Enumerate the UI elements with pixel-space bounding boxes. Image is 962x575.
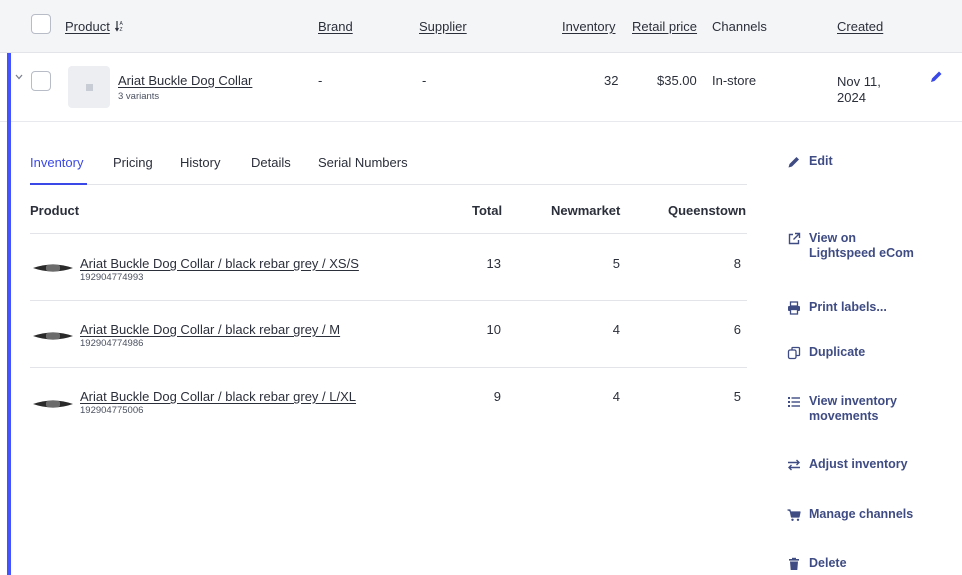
- edit-button[interactable]: Edit: [787, 154, 833, 169]
- product-retail-price: $35.00: [657, 73, 697, 88]
- variant-sku: 192904774986: [80, 338, 144, 349]
- edit-label: Edit: [809, 154, 833, 168]
- product-row-checkbox[interactable]: [31, 71, 51, 91]
- header-inventory[interactable]: Inventory: [562, 19, 615, 34]
- header-created[interactable]: Created: [837, 19, 883, 34]
- col-queenstown: Queenstown: [668, 203, 747, 218]
- header-brand[interactable]: Brand: [318, 19, 353, 34]
- product-inventory: 32: [604, 73, 619, 88]
- product-name-link[interactable]: Ariat Buckle Dog Collar: [118, 73, 252, 88]
- variant-queenstown: 6: [733, 322, 741, 337]
- divider: [30, 233, 747, 234]
- pencil-icon[interactable]: [928, 69, 946, 87]
- print-labels-label: Print labels...: [809, 300, 887, 314]
- adjust-inventory-label: Adjust inventory: [809, 457, 908, 471]
- collar-thumbnail: [33, 332, 73, 340]
- variant-queenstown: 5: [733, 389, 741, 404]
- collar-thumbnail: [33, 400, 73, 408]
- variant-newmarket: 5: [612, 256, 620, 271]
- delete-label: Delete: [809, 556, 847, 570]
- manage-channels-label: Manage channels: [809, 507, 914, 521]
- duplicate-label: Duplicate: [809, 345, 866, 359]
- collar-thumbnail: [33, 264, 73, 272]
- variant-name-link[interactable]: Ariat Buckle Dog Collar / black rebar gr…: [80, 389, 356, 404]
- divider: [30, 367, 747, 368]
- product-thumbnail: [68, 66, 110, 108]
- header-retail-price[interactable]: Retail price: [632, 19, 697, 34]
- header-product[interactable]: Product A Z: [65, 19, 125, 34]
- swap-arrows-icon: [788, 459, 800, 471]
- variant-newmarket: 4: [612, 322, 620, 337]
- col-newmarket: Newmarket: [551, 203, 621, 218]
- print-labels-button[interactable]: Print labels...: [787, 300, 887, 315]
- duplicate-button[interactable]: Duplicate: [787, 345, 865, 360]
- svg-text:Z: Z: [120, 27, 123, 32]
- variant-total: 10: [486, 322, 501, 337]
- tab-inventory[interactable]: Inventory: [30, 155, 83, 170]
- product-created: Nov 11, 2024: [837, 74, 881, 106]
- tab-pricing[interactable]: Pricing: [113, 155, 153, 170]
- sort-az-icon[interactable]: A Z: [115, 21, 125, 34]
- variant-queenstown: 8: [733, 256, 741, 271]
- variant-sku: 192904775006: [80, 405, 144, 416]
- col-total: Total: [472, 203, 503, 218]
- external-link-icon: [788, 232, 801, 245]
- adjust-inventory-button[interactable]: Adjust inventory: [787, 457, 908, 472]
- product-row[interactable]: Ariat Buckle Dog Collar 3 variants - - 3…: [0, 53, 962, 122]
- product-supplier: -: [422, 73, 427, 88]
- product-channels: In-store: [712, 73, 757, 88]
- tab-serial-numbers[interactable]: Serial Numbers: [318, 155, 408, 170]
- variant-newmarket: 4: [612, 389, 620, 404]
- tab-history[interactable]: History: [180, 155, 220, 170]
- product-variants-count: 3 variants: [118, 91, 160, 102]
- view-on-ecom-label: View on Lightspeed eCom: [809, 231, 914, 261]
- divider: [30, 300, 747, 301]
- header-supplier[interactable]: Supplier: [419, 19, 467, 34]
- view-on-line2: Lightspeed eCom: [809, 246, 914, 260]
- tab-active-indicator: [30, 183, 87, 185]
- view-on-line1: View on: [809, 231, 857, 245]
- delete-button[interactable]: Delete: [787, 556, 847, 571]
- pencil-icon: [788, 157, 799, 168]
- trash-icon: [789, 557, 799, 570]
- tab-details[interactable]: Details: [251, 155, 291, 170]
- view-inventory-movements-button[interactable]: View inventory movements: [787, 394, 897, 424]
- view-inventory-movements-label: View inventory movements: [809, 394, 897, 424]
- printer-icon: [788, 301, 800, 315]
- header-product-label[interactable]: Product: [65, 19, 110, 34]
- variant-name-link[interactable]: Ariat Buckle Dog Collar / black rebar gr…: [80, 256, 359, 271]
- table-header: Product A Z Brand Supplier Inventory Ret…: [0, 0, 962, 53]
- variant-name-link[interactable]: Ariat Buckle Dog Collar / black rebar gr…: [80, 322, 340, 337]
- variant-sku: 192904774993: [80, 272, 144, 283]
- chevron-down-icon[interactable]: [15, 72, 23, 83]
- manage-channels-button[interactable]: Manage channels: [787, 507, 913, 522]
- cart-icon: [787, 509, 801, 521]
- product-created-year: 2024: [837, 90, 866, 105]
- header-channels: Channels: [712, 19, 767, 34]
- view-movements-line2: movements: [809, 409, 879, 423]
- duplicate-icon: [787, 346, 801, 360]
- detail-tabs: Inventory Pricing History Details Serial…: [30, 155, 747, 185]
- select-all-checkbox[interactable]: [31, 14, 51, 34]
- view-movements-line1: View inventory: [809, 394, 897, 408]
- product-brand: -: [318, 73, 323, 88]
- col-product: Product: [30, 203, 80, 218]
- variant-total: 13: [486, 256, 501, 271]
- variant-total: 9: [493, 389, 501, 404]
- product-created-date: Nov 11,: [837, 74, 881, 89]
- view-on-ecom-button[interactable]: View on Lightspeed eCom: [787, 231, 914, 261]
- list-icon: [788, 397, 800, 407]
